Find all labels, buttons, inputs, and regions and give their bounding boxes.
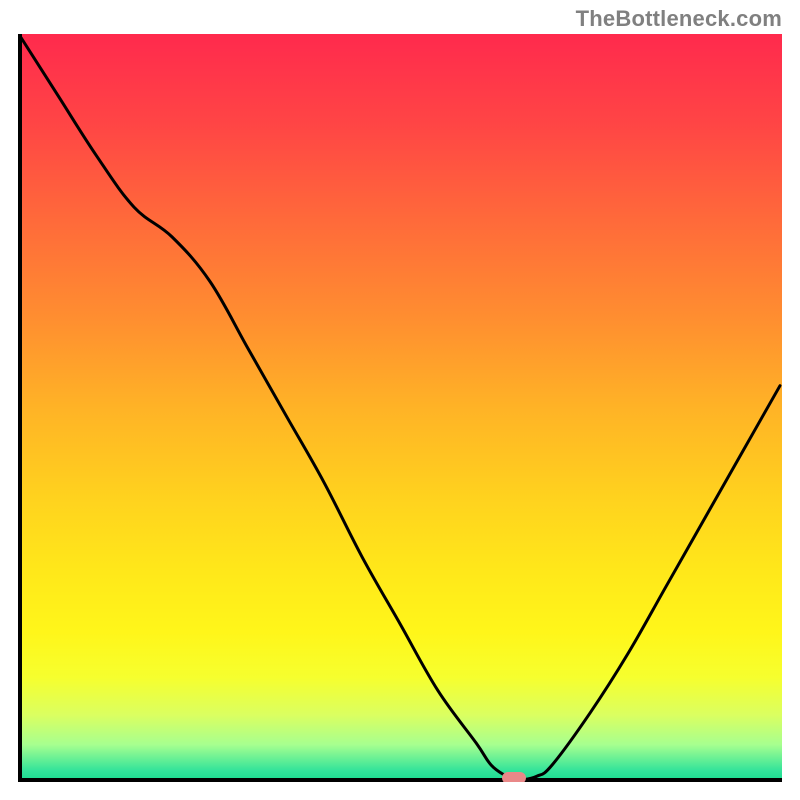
- gradient-background: [18, 34, 782, 782]
- attribution-label: TheBottleneck.com: [576, 6, 782, 32]
- bottleneck-curve-chart: [18, 34, 782, 782]
- chart-plot-area: [18, 34, 782, 782]
- optimum-marker: [502, 772, 526, 782]
